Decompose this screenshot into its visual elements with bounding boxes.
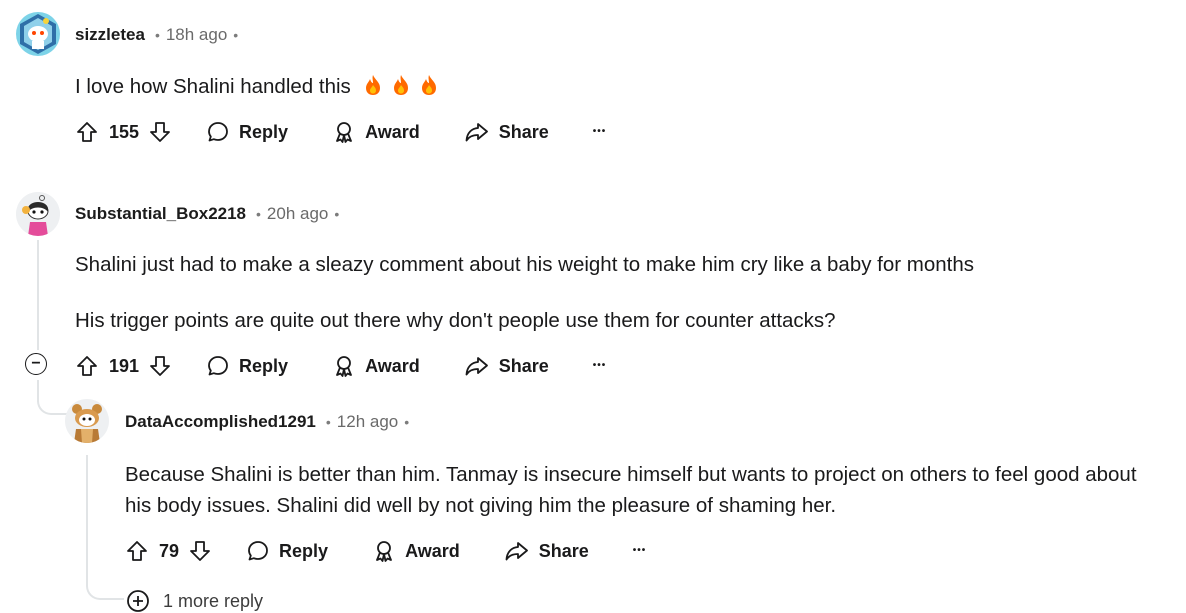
- share-icon: [465, 123, 488, 142]
- share-label: Share: [498, 121, 549, 142]
- reply-label: Reply: [239, 355, 289, 376]
- vote-count: 191: [109, 355, 140, 376]
- downvote-icon: [190, 541, 210, 561]
- comment-actions: 191 Reply Award Share •••: [75, 349, 606, 383]
- fire-emoji-icon: [393, 75, 408, 95]
- upvote-icon: [77, 356, 97, 376]
- reply-label: Reply: [279, 540, 329, 561]
- thread-branch: [37, 395, 69, 415]
- more-options-button[interactable]: •••: [593, 127, 607, 137]
- comment-bubble-icon: [248, 541, 268, 561]
- share-icon: [505, 542, 528, 561]
- separator-dot: •: [154, 27, 160, 43]
- avatar[interactable]: [65, 399, 109, 443]
- timestamp[interactable]: 12h ago: [337, 412, 398, 432]
- award-button[interactable]: Award: [372, 539, 460, 563]
- downvote-icon: [150, 122, 170, 142]
- comment-meta: DataAccomplished1291 • 12h ago •: [125, 412, 409, 432]
- minus-icon: −: [31, 355, 41, 372]
- upvote-button[interactable]: [75, 354, 99, 378]
- award-button[interactable]: Award: [332, 354, 420, 378]
- separator-dot: •: [233, 27, 239, 43]
- downvote-icon: [150, 356, 170, 376]
- award-label: Award: [365, 355, 420, 376]
- fire-emoji-icon: [421, 75, 436, 95]
- award-icon: [336, 122, 352, 143]
- comment-actions: 79 Reply Award Share •••: [125, 534, 646, 568]
- timestamp[interactable]: 20h ago: [267, 204, 328, 224]
- award-icon: [376, 541, 392, 562]
- avatar[interactable]: [16, 12, 60, 56]
- comment-bubble-icon: [208, 356, 228, 376]
- comment-body: I love how Shalini handled this: [75, 71, 439, 102]
- avatar[interactable]: [16, 192, 60, 236]
- upvote-button[interactable]: [125, 539, 149, 563]
- comment-meta: sizzletea • 18h ago •: [75, 25, 238, 45]
- comment-text: I love how Shalini handled this: [75, 75, 351, 98]
- upvote-button[interactable]: [75, 120, 99, 144]
- reply-button[interactable]: Reply: [246, 539, 328, 563]
- reply-label: Reply: [239, 121, 289, 142]
- award-label: Award: [365, 121, 420, 142]
- share-button[interactable]: Share: [504, 539, 589, 563]
- username[interactable]: DataAccomplished1291: [125, 412, 316, 432]
- reply-button[interactable]: Reply: [206, 120, 288, 144]
- downvote-button[interactable]: [148, 120, 172, 144]
- username[interactable]: Substantial_Box2218: [75, 204, 246, 224]
- separator-dot: •: [404, 414, 410, 430]
- collapse-thread-button[interactable]: −: [25, 353, 47, 375]
- comment-paragraph: Because Shalini is better than him. Tanm…: [125, 463, 1137, 517]
- downvote-button[interactable]: [148, 354, 172, 378]
- reply-button[interactable]: Reply: [206, 354, 288, 378]
- share-button[interactable]: Share: [464, 354, 549, 378]
- share-label: Share: [538, 540, 589, 561]
- thread-line: [86, 455, 88, 585]
- upvote-icon: [127, 541, 147, 561]
- thread-branch: [86, 578, 124, 600]
- award-label: Award: [405, 540, 460, 561]
- vote-count: 155: [109, 121, 140, 142]
- award-button[interactable]: Award: [332, 120, 420, 144]
- more-replies-label: 1 more reply: [163, 590, 264, 611]
- comment-paragraph: Shalini just had to make a sleazy commen…: [75, 253, 975, 276]
- more-options-button[interactable]: •••: [633, 546, 647, 556]
- separator-dot: •: [325, 414, 331, 430]
- award-icon: [336, 356, 352, 377]
- vote-count: 79: [159, 540, 180, 561]
- comment-actions: 155 Reply Award Share •••: [75, 115, 606, 149]
- share-icon: [465, 357, 488, 376]
- more-replies-button[interactable]: 1 more reply: [126, 589, 263, 613]
- separator-dot: •: [256, 206, 261, 222]
- fire-emoji-icon: [365, 75, 380, 95]
- downvote-button[interactable]: [188, 539, 212, 563]
- more-options-button[interactable]: •••: [593, 361, 607, 371]
- timestamp[interactable]: 18h ago: [166, 25, 227, 45]
- share-label: Share: [498, 355, 549, 376]
- comment-paragraph: His trigger points are quite out there w…: [75, 309, 836, 332]
- share-button[interactable]: Share: [464, 120, 549, 144]
- plus-circle-icon: [127, 590, 149, 612]
- username[interactable]: sizzletea: [75, 25, 145, 45]
- comment-bubble-icon: [208, 122, 228, 142]
- separator-dot: •: [334, 206, 340, 222]
- thread-line: [37, 240, 39, 350]
- upvote-icon: [77, 122, 97, 142]
- comment-meta: Substantial_Box2218 • 20h ago •: [75, 204, 339, 224]
